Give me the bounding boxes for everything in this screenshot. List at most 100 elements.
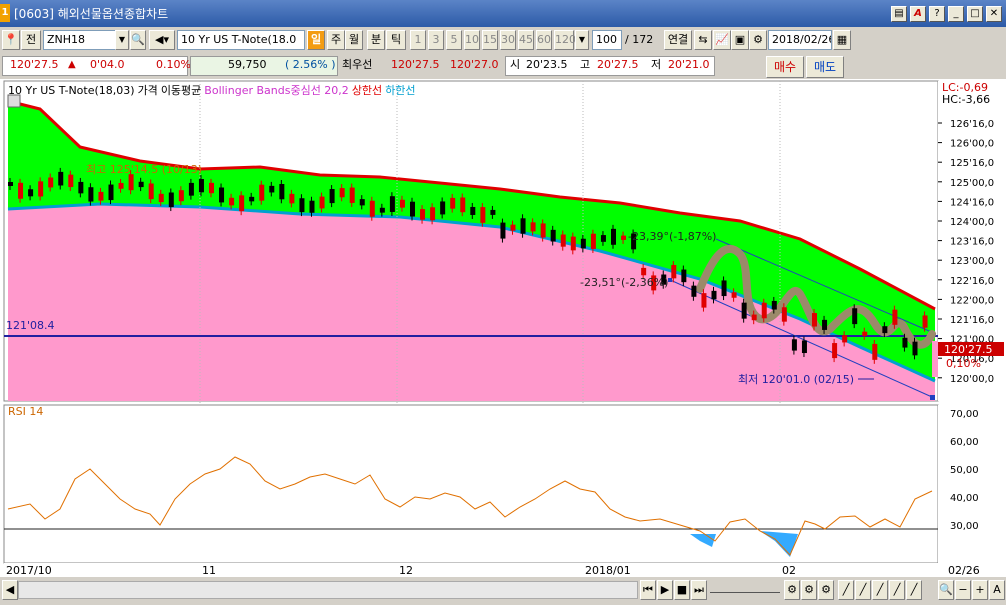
symbol-dropdown-icon[interactable]: ▼	[115, 30, 129, 50]
instrument-name-field: 10 Yr US T-Note(18.0	[177, 30, 305, 50]
candle-body	[460, 197, 466, 213]
candle-body	[470, 206, 476, 215]
candle-body	[440, 201, 446, 215]
interval-1-button[interactable]: 1	[410, 30, 426, 50]
candle-body	[611, 228, 616, 245]
candle-body	[741, 302, 747, 319]
buy-button[interactable]: 매수	[766, 56, 804, 78]
chart-icon[interactable]: 📈	[713, 30, 731, 50]
low-value: 20'21.0	[668, 58, 710, 71]
draw-icon[interactable]: ╱	[872, 580, 888, 600]
font-size-button[interactable]: A	[989, 580, 1005, 600]
rsi-panel	[3, 404, 939, 564]
candle-body	[550, 229, 556, 242]
price-tick-label: 122'16,0	[950, 276, 994, 287]
legend-name: 10 Yr US T-Note(18,03)	[8, 84, 135, 97]
candle-body	[580, 238, 586, 249]
interval-45-button[interactable]: 45	[518, 30, 534, 50]
minimize-button[interactable]: _	[948, 6, 964, 22]
price-tick-label: 125'00,0	[950, 178, 994, 189]
scroll-left-button[interactable]: ◀	[2, 580, 18, 600]
settings-icon[interactable]: ⚙	[749, 30, 767, 50]
time-tick-label: 2017/10	[6, 564, 52, 577]
tool-icon[interactable]: ⚙	[801, 580, 817, 600]
help-icon[interactable]: ?	[929, 6, 945, 22]
legend-upper: 상한선	[351, 84, 383, 97]
interval-3-button[interactable]: 3	[428, 30, 444, 50]
horizontal-scrollbar[interactable]	[18, 581, 638, 599]
rsi-tick-label: 50,00	[950, 465, 979, 476]
draw-icon[interactable]: ╱	[855, 580, 871, 600]
candle-body	[450, 197, 456, 209]
candle-body	[862, 331, 868, 336]
period-minute-tab[interactable]: 분	[367, 30, 385, 50]
link-button[interactable]: 연결	[664, 30, 692, 50]
maximize-button[interactable]: □	[967, 6, 983, 22]
period-week-tab[interactable]: 주	[327, 30, 345, 50]
tool-icon[interactable]: ⚙	[818, 580, 834, 600]
candle-body	[259, 184, 265, 201]
volume-pct: ( 2.56% )	[285, 58, 336, 71]
candle-body	[18, 182, 24, 199]
candle-body	[842, 335, 848, 343]
print-icon[interactable]: ▤	[891, 6, 907, 22]
play-button[interactable]: ▶	[657, 580, 673, 600]
trend-anchor	[668, 278, 672, 282]
zoom-plus-button[interactable]: +	[972, 580, 988, 600]
open-value: 20'23.5	[526, 58, 568, 71]
period-tick-tab[interactable]: 틱	[386, 30, 406, 50]
candle-body	[671, 264, 677, 279]
arrows-icon[interactable]: ⇆	[694, 30, 712, 50]
candle-body	[852, 308, 858, 325]
candle-body	[68, 174, 74, 188]
zoom-in-icon[interactable]: 🔍	[938, 580, 954, 600]
jeon-button[interactable]: 전	[21, 30, 41, 50]
candle-body	[158, 193, 164, 203]
price-tick-label: 126'00,0	[950, 139, 994, 150]
period-month-tab[interactable]: 월	[345, 30, 363, 50]
sell-button[interactable]: 매도	[806, 56, 844, 78]
candle-body	[761, 302, 767, 319]
draw-icon[interactable]: ╱	[838, 580, 854, 600]
chart-svg[interactable]: 최고 125'14.5 (10/13) -23,39°(-1,87%) -23,…	[0, 79, 1006, 577]
candle-body	[209, 182, 214, 194]
tool-icon[interactable]: ⚙	[784, 580, 800, 600]
interval-15-button[interactable]: 15	[482, 30, 498, 50]
candle-body	[731, 292, 737, 298]
date-input[interactable]: 2018/02/26	[768, 30, 832, 50]
scroll-end-button[interactable]: ⏭	[691, 580, 707, 600]
candle-body	[520, 218, 526, 234]
image-icon[interactable]: ▣	[731, 30, 749, 50]
candle-body	[882, 326, 888, 334]
bid-price: 120'27.5	[391, 58, 440, 71]
stop-button[interactable]: ■	[674, 580, 690, 600]
interval-10-button[interactable]: 10	[464, 30, 480, 50]
calendar-icon[interactable]: ▦	[833, 30, 851, 50]
interval-120-button[interactable]: 120	[554, 30, 576, 50]
font-icon[interactable]: A	[910, 6, 926, 22]
count-input[interactable]: 100	[592, 30, 622, 50]
search-icon[interactable]: 🔍	[130, 30, 146, 50]
draw-icon[interactable]: ╱	[889, 580, 905, 600]
candle-body	[78, 181, 84, 194]
interval-5-button[interactable]: 5	[446, 30, 462, 50]
legend-lower: 하한선	[385, 84, 416, 97]
zoom-slider[interactable]	[710, 585, 780, 593]
candle-body	[751, 314, 757, 321]
speaker-icon[interactable]: ◀▾	[149, 30, 175, 50]
scroll-start-button[interactable]: ⏮	[640, 580, 656, 600]
price-tick-label: 123'16,0	[950, 237, 994, 248]
candle-body	[249, 196, 255, 202]
rsi-tick-label: 30,00	[950, 521, 979, 532]
chart-area[interactable]: 최고 125'14.5 (10/13) -23,39°(-1,87%) -23,…	[0, 79, 1006, 577]
zoom-out-button[interactable]: −	[955, 580, 971, 600]
interval-dropdown-icon[interactable]: ▼	[575, 30, 589, 50]
interval-30-button[interactable]: 30	[500, 30, 516, 50]
draw-icon[interactable]: ╱	[906, 580, 922, 600]
rsi-tick-label: 40,00	[950, 493, 979, 504]
close-button[interactable]: ✕	[986, 6, 1002, 22]
price-tick-label: 125'16,0	[950, 158, 994, 169]
interval-60-button[interactable]: 60	[536, 30, 552, 50]
pin-icon[interactable]: 📍	[2, 30, 20, 50]
period-day-tab[interactable]: 일	[307, 30, 325, 50]
